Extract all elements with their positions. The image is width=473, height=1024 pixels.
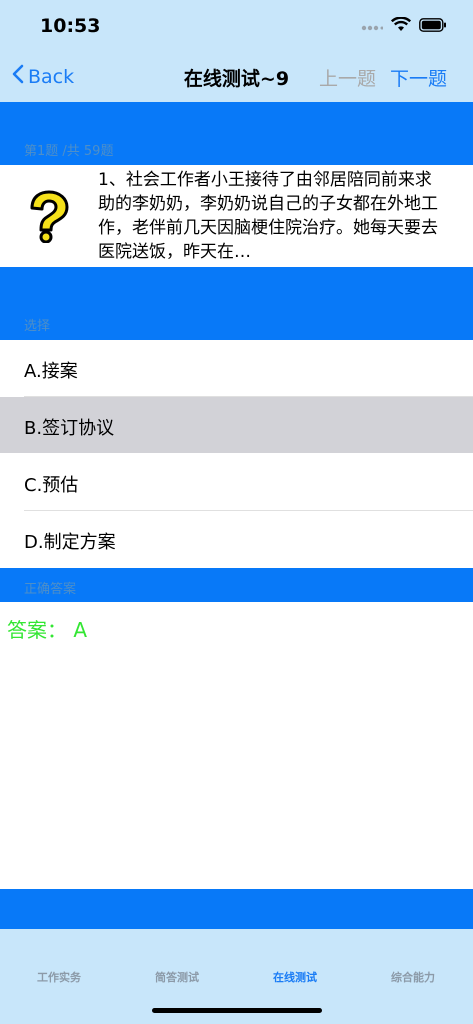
question-mark-icon — [22, 189, 74, 247]
answer-section-header: 正确答案 — [0, 568, 473, 602]
tab-comprehensive-ability[interactable]: 综合能力 — [354, 969, 472, 985]
bottom-band — [0, 889, 473, 929]
wifi-icon — [390, 16, 412, 36]
options-section-header: 选择 — [0, 267, 473, 340]
battery-icon — [419, 17, 447, 36]
tab-work-practice[interactable]: 工作实务 — [0, 969, 118, 985]
question-counter-label: 第1题 /共 59题 — [24, 144, 114, 159]
tab-online-test[interactable]: 在线测试 — [236, 969, 354, 985]
option-c[interactable]: C.预估 — [0, 454, 473, 510]
option-a[interactable]: A.接案 — [0, 340, 473, 396]
option-c-label: C.预估 — [24, 475, 79, 496]
previous-question-button[interactable]: 上一题 — [319, 64, 376, 91]
answer-section-label: 正确答案 — [24, 582, 77, 597]
question-section-header: 第1题 /共 59题 — [0, 102, 473, 165]
question-text: 1、社会工作者小王接待了由邻居陪同前来求助的李奶奶，李奶奶说自己的子女都在外地工… — [98, 170, 438, 262]
option-a-label: A.接案 — [24, 361, 78, 382]
navigation-bar: Back 在线测试~9 上一题 下一题 — [0, 50, 473, 102]
status-bar: 10:53 — [0, 0, 473, 50]
question-row: 1、社会工作者小王接待了由邻居陪同前来求助的李奶奶，李奶奶说自己的子女都在外地工… — [0, 165, 473, 267]
option-b-label: B.签订协议 — [24, 418, 115, 439]
option-b[interactable]: B.签订协议 — [0, 397, 473, 453]
status-icons — [361, 16, 447, 36]
answer-text: 答案： A — [7, 618, 88, 642]
next-question-button[interactable]: 下一题 — [390, 64, 447, 91]
options-section-label: 选择 — [24, 319, 51, 334]
signal-dots-icon — [361, 17, 384, 36]
home-indicator[interactable] — [152, 1008, 322, 1013]
tab-short-answer-test[interactable]: 简答测试 — [118, 969, 236, 985]
option-d-label: D.制定方案 — [24, 532, 116, 553]
status-time: 10:53 — [40, 15, 101, 37]
option-d[interactable]: D.制定方案 — [0, 511, 473, 567]
